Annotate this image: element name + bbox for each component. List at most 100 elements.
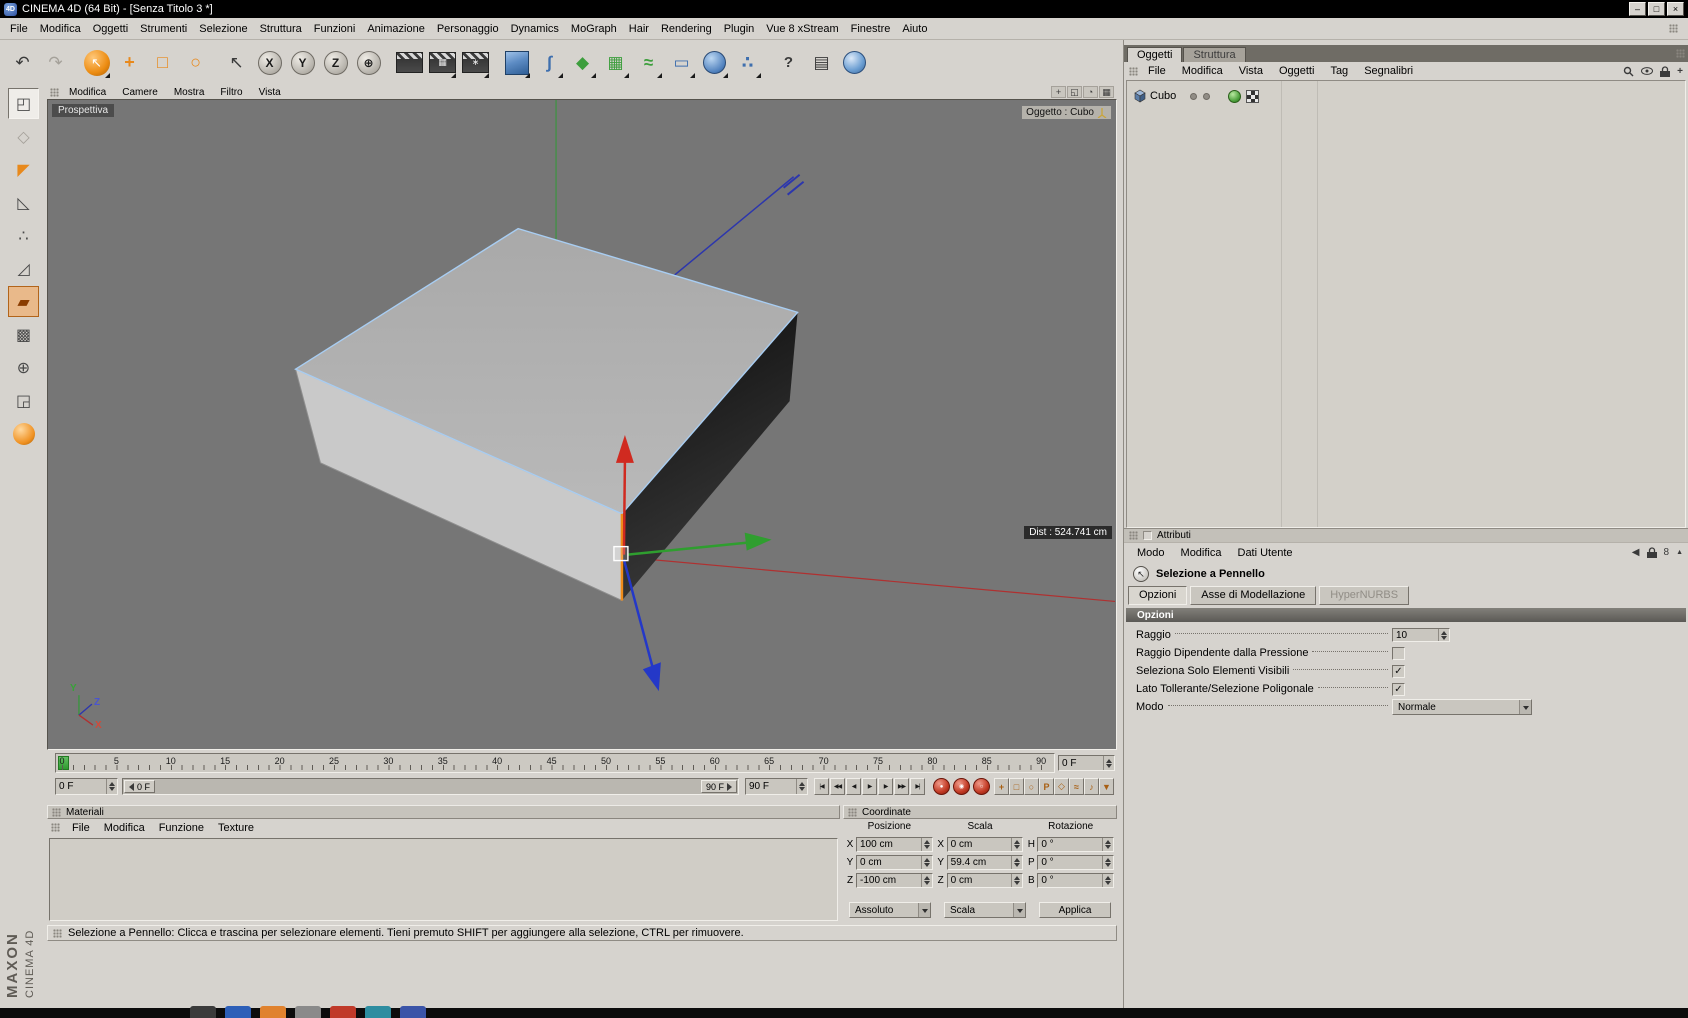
object-name[interactable]: Cubo <box>1150 90 1176 102</box>
range-slider-track[interactable] <box>155 780 701 793</box>
phong-tag-icon[interactable] <box>1228 89 1241 103</box>
view-zoom-icon[interactable]: ◱ <box>1067 86 1082 98</box>
autokeying-button[interactable]: ◉ <box>953 778 970 795</box>
lock-z-axis-button[interactable]: Z <box>319 43 352 83</box>
add-icon[interactable]: + <box>1677 66 1683 77</box>
redo-button[interactable]: ↷ <box>39 43 72 83</box>
taskbar-item-3[interactable] <box>260 1006 286 1018</box>
timeline-sound-toggle[interactable]: ♪ <box>1084 778 1099 795</box>
lock-icon[interactable] <box>1646 547 1657 558</box>
range-end-field[interactable]: 90 F <box>745 778 808 795</box>
texture-mode-button[interactable]: ▩ <box>8 319 39 350</box>
add-modeling-object-button[interactable]: ▦ <box>599 43 632 83</box>
online-help-button[interactable] <box>838 43 871 83</box>
record-selection-button[interactable]: ○ <box>973 778 990 795</box>
menu-strumenti[interactable]: Strumenti <box>134 22 193 36</box>
add-deformer-button[interactable]: ≈ <box>632 43 665 83</box>
render-picture-viewer-button[interactable]: ▦ <box>426 43 459 83</box>
am-menu-dati-utente[interactable]: Dati Utente <box>1230 547 1301 559</box>
viewport[interactable]: Prospettiva Oggetto : Cubo Dist : 524.74… <box>47 99 1117 750</box>
points-mode-button[interactable]: ∴ <box>8 220 39 251</box>
modo-dropdown[interactable]: Normale <box>1392 699 1532 715</box>
windows-taskbar[interactable] <box>0 1006 1688 1018</box>
render-view-button[interactable] <box>393 43 426 83</box>
rotazione-h-field[interactable]: 0 ° <box>1037 836 1115 852</box>
materials-menu-modifica[interactable]: Modifica <box>97 822 152 834</box>
last-used-tool[interactable]: ↖ <box>220 43 253 83</box>
key-rotation-toggle[interactable]: ○ <box>1024 778 1039 795</box>
gizmo-origin-handle[interactable] <box>613 545 629 562</box>
stepper-icon[interactable] <box>1102 837 1114 851</box>
viewport-menu-modifica[interactable]: Modifica <box>61 87 114 98</box>
edit-layout-button[interactable]: ▤ <box>805 43 838 83</box>
drag-handle-icon[interactable] <box>1129 66 1138 76</box>
lock-x-axis-button[interactable]: X <box>253 43 286 83</box>
apply-button[interactable]: Applica <box>1039 902 1111 918</box>
menu-modifica[interactable]: Modifica <box>34 22 87 36</box>
lock-y-axis-button[interactable]: Y <box>286 43 319 83</box>
menubar-grip-icon[interactable] <box>1669 24 1678 33</box>
render-region-button[interactable] <box>8 418 39 449</box>
minimize-button[interactable]: – <box>1629 2 1646 16</box>
range-slider-left-handle[interactable]: 0 F <box>124 780 156 793</box>
compare-icon[interactable]: 8 <box>1664 547 1670 558</box>
coordinates-header[interactable]: Coordinate <box>843 805 1117 819</box>
add-spline-button[interactable]: ∫ <box>533 43 566 83</box>
taskbar-item-5[interactable] <box>330 1006 356 1018</box>
viewport-menu-camere[interactable]: Camere <box>114 87 166 98</box>
stepper-icon[interactable] <box>1011 873 1023 887</box>
menu-finestre[interactable]: Finestre <box>845 22 897 36</box>
tab-asse-di-modellazione[interactable]: Asse di Modellazione <box>1190 586 1317 605</box>
stepper-icon[interactable] <box>106 779 117 794</box>
rotazione-p-field[interactable]: 0 ° <box>1037 854 1115 870</box>
previous-key-button[interactable]: ◀◀ <box>830 778 845 795</box>
uv-mode-button[interactable]: ◲ <box>8 385 39 416</box>
tab-struttura[interactable]: Struttura <box>1183 47 1246 62</box>
view-switch-icon[interactable]: ▦ <box>1099 86 1114 98</box>
next-frame-button[interactable]: ▶ <box>878 778 893 795</box>
om-menu-oggetti[interactable]: Oggetti <box>1271 65 1322 77</box>
taskbar-item-4[interactable] <box>295 1006 321 1018</box>
taskbar-item-7[interactable] <box>400 1006 426 1018</box>
keyframe-selection-toggle[interactable]: ≈ <box>1069 778 1084 795</box>
stepper-icon[interactable] <box>1102 855 1114 869</box>
viewport-menu-mostra[interactable]: Mostra <box>166 87 213 98</box>
timeline-range-slider[interactable]: 0 F 90 F <box>122 778 739 795</box>
rotate-tool[interactable]: ○ <box>179 43 212 83</box>
taskbar-item-1[interactable] <box>190 1006 216 1018</box>
viewport-canvas[interactable] <box>48 100 1116 749</box>
object-tree[interactable]: Cubo <box>1126 80 1686 528</box>
record-keyframe-button[interactable]: ● <box>933 778 950 795</box>
taskbar-item-2[interactable] <box>225 1006 251 1018</box>
attributes-titlebar[interactable]: Attributi <box>1124 528 1688 543</box>
om-menu-segnalibri[interactable]: Segnalibri <box>1356 65 1421 77</box>
key-parameter-toggle[interactable]: P <box>1039 778 1054 795</box>
drag-handle-icon[interactable] <box>848 807 857 817</box>
stepper-icon[interactable] <box>920 837 932 851</box>
gizmo-up-axis-handle[interactable] <box>622 460 627 555</box>
menu-animazione[interactable]: Animazione <box>361 22 430 36</box>
move-tool[interactable]: + <box>113 43 146 83</box>
materials-list[interactable] <box>49 838 838 921</box>
stepper-icon[interactable] <box>796 779 807 794</box>
add-cube-button[interactable] <box>500 43 533 83</box>
menu-file[interactable]: File <box>4 22 34 36</box>
materials-menu-funzione[interactable]: Funzione <box>152 822 211 834</box>
model-mode-button[interactable]: ◇ <box>8 121 39 152</box>
posizione-x-field[interactable]: 100 cm <box>856 836 933 852</box>
om-menu-modifica[interactable]: Modifica <box>1174 65 1231 77</box>
pressure-checkbox[interactable] <box>1392 646 1405 660</box>
next-key-button[interactable]: ▶▶ <box>894 778 909 795</box>
visible-only-checkbox[interactable]: ✓ <box>1392 664 1405 678</box>
viewport-drag-handle[interactable] <box>50 87 59 97</box>
menu-plugin[interactable]: Plugin <box>718 22 761 36</box>
am-menu-modifica[interactable]: Modifica <box>1173 547 1230 559</box>
close-button[interactable]: × <box>1667 2 1684 16</box>
om-menu-tag[interactable]: Tag <box>1322 65 1356 77</box>
tab-hypernurbs[interactable]: HyperNURBS <box>1319 586 1410 605</box>
add-nurbs-button[interactable]: ◆ <box>566 43 599 83</box>
edges-mode-button[interactable]: ◿ <box>8 253 39 284</box>
workplane-mode-button[interactable]: ◺ <box>8 187 39 218</box>
history-back-icon[interactable]: ◀ <box>1632 547 1640 558</box>
stepper-icon[interactable] <box>920 855 932 869</box>
